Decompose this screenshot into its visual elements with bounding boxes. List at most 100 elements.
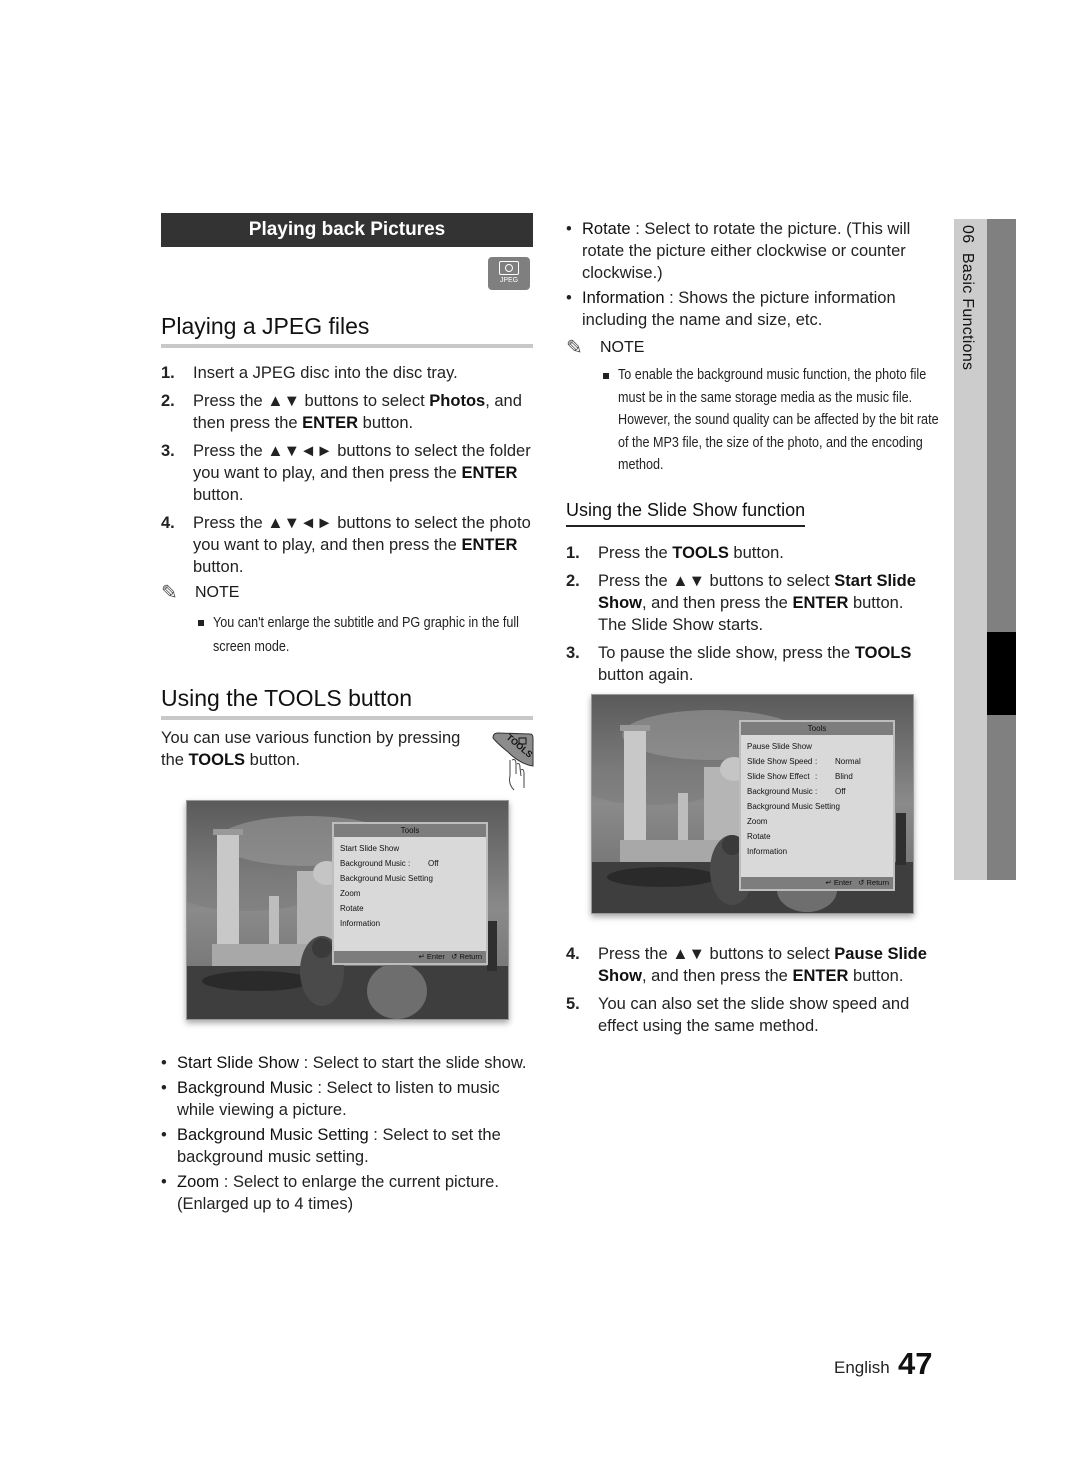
menu-item-label: Information [340,919,381,928]
tools-menu-item: Pause Slide Show [747,739,887,754]
tools-note: ✎ NOTE To enable the background music fu… [566,335,946,477]
bullet-description: : Select to rotate the picture. (This wi… [582,220,911,282]
tools-menu-panel: Tools Pause Slide Show Slide Show Speed: No… [739,720,895,891]
tools-menu-item: Information [747,844,887,859]
menu-item-label: Background Music [340,859,406,868]
bullet-item: Rotate : Select to rotate the picture. (… [566,218,936,284]
step-text: Press the ▲▼ buttons to select Pause Sli… [598,945,927,985]
step-number: 4. [566,945,580,963]
emphasis-text: ENTER [792,967,849,985]
chapter-number: 06 [959,225,976,244]
slideshow-steps-a: 1. Press the TOOLS button. 2. Press the ▲▼ … [566,542,926,692]
step-number: 3. [566,644,580,662]
bullet-item: Zoom : Select to enlarge the current pic… [161,1171,536,1215]
bullet-item: Background Music Setting : Select to set… [161,1124,536,1168]
text-run: button. [728,544,784,562]
tools-bullets-right: Rotate : Select to rotate the picture. (… [566,218,936,334]
menu-item-label: Background Music Setting [340,874,433,883]
menu-item-label: Rotate [340,904,364,913]
step-number: 2. [566,572,580,590]
text-run: button. [848,967,904,985]
bullet-item: Background Music : Select to listen to m… [161,1077,536,1121]
step-item: 3. Press the ▲▼◄► buttons to select the f… [161,440,539,506]
return-hint: Return [866,878,889,887]
bullet-term: Background Music Setting [177,1126,369,1144]
step-item: 2. Press the ▲▼ buttons to select Photos,… [161,390,539,434]
step-text: Press the ▲▼◄► buttons to select the fol… [193,442,531,504]
step-text: Press the TOOLS button. [598,544,784,562]
tools-menu-item: Background Music: Off [747,784,887,799]
bullet-term: Background Music [177,1079,313,1097]
emphasis-text: TOOLS [854,644,912,662]
tools-menu-item: Information [340,916,480,931]
note-label: NOTE [600,338,645,356]
pencil-icon: ✎ [161,582,178,604]
text-run: button. [193,486,244,504]
bullet-description: : Select to start the slide show. [298,1054,527,1072]
step-text: Press the ▲▼ buttons to select Photos, a… [193,392,522,432]
tools-menu-footer: ↵ Enter ↺ Return [741,877,893,889]
emphasis-text: ENTER [792,594,849,612]
section-banner: Playing back Pictures [161,213,533,247]
slideshow-steps-b: 4. Press the ▲▼ buttons to select Pause S… [566,943,931,1043]
chapter-label: 06 Basic Functions [958,225,976,370]
emphasis-text: TOOLS [672,544,729,562]
menu-item-label: Rotate [747,832,771,841]
return-icon: ↺ [451,952,458,961]
enter-hint: Enter [833,878,852,887]
menu-item-label: Slide Show Effect [747,772,810,781]
enter-icon: ↵ [825,878,832,887]
menu-item-label: Slide Show Speed [747,757,813,766]
jpeg-section-title: Playing a JPEG files [161,313,370,339]
text-run: Insert a JPEG disc into the disc tray. [193,364,458,382]
step-text: Insert a JPEG disc into the disc tray. [193,364,458,382]
note-text: You can't enlarge the subtitle and PG gr… [213,614,519,655]
jpeg-badge: JPEG [488,257,530,290]
emphasis-text: ENTER [461,536,518,554]
step-item: 3. To pause the slide show, press the TOO… [566,642,926,686]
title-rule [161,716,533,720]
menu-item-value: Off [835,787,846,796]
tools-menu-item: Start Slide Show [340,841,480,856]
text-run: Press the ▲▼ buttons to select [598,945,835,963]
menu-item-label: Zoom [340,889,361,898]
bullet-term: Start Slide Show [177,1054,299,1072]
tools-menu-item: Rotate [747,829,887,844]
camera-icon [499,261,519,275]
note-bullet-icon [603,373,609,379]
menu-item-value: Normal [835,757,861,766]
step-text: Press the ▲▼ buttons to select Start Sli… [598,572,916,634]
tools-menu-item: Slide Show Effect: Blind [747,769,887,784]
text-run: button again. [598,666,694,684]
bullet-term: Information [582,289,665,307]
bullet-term: Rotate [582,220,631,238]
chapter-title: Basic Functions [959,252,976,371]
title-rule [161,344,533,348]
jpeg-badge-label: JPEG [499,277,519,284]
step-text: You can also set the slide show speed an… [598,995,909,1035]
bullet-description: : Select to enlarge the current picture.… [177,1173,499,1213]
step-item: 4. Press the ▲▼◄► buttons to select the p… [161,512,539,578]
page-number: 47 [898,1346,933,1381]
chapter-tab-strip [987,219,1016,880]
text-run: button. [358,414,414,432]
tools-menu-item: Background Music: Off [340,856,480,871]
menu-item-label: Background Music Setting [747,802,840,811]
step-number: 4. [161,514,175,532]
step-item: 1. Press the TOOLS button. [566,542,926,564]
bullet-term: Zoom [177,1173,220,1191]
tools-remote-icon: TOOLS [490,730,536,792]
slideshow-screen-illustration: Tools Pause Slide Show Slide Show Speed: No… [591,694,914,914]
tools-menu-title: Tools [334,824,486,837]
tools-screen-illustration: Tools Start Slide Show Background Music: Of… [186,800,509,1020]
return-icon: ↺ [858,878,865,887]
tools-intro: You can use various function by pressing… [161,727,479,771]
menu-item-value: Blind [835,772,853,781]
text-run: You can also set the slide show speed an… [598,995,910,1035]
pencil-icon: ✎ [566,337,583,359]
menu-item-label: Start Slide Show [340,844,400,853]
page-language: English [834,1358,890,1377]
step-item: 2. Press the ▲▼ buttons to select Start S… [566,570,926,636]
text-run: , and then press the [642,967,793,985]
step-number: 5. [566,995,580,1013]
